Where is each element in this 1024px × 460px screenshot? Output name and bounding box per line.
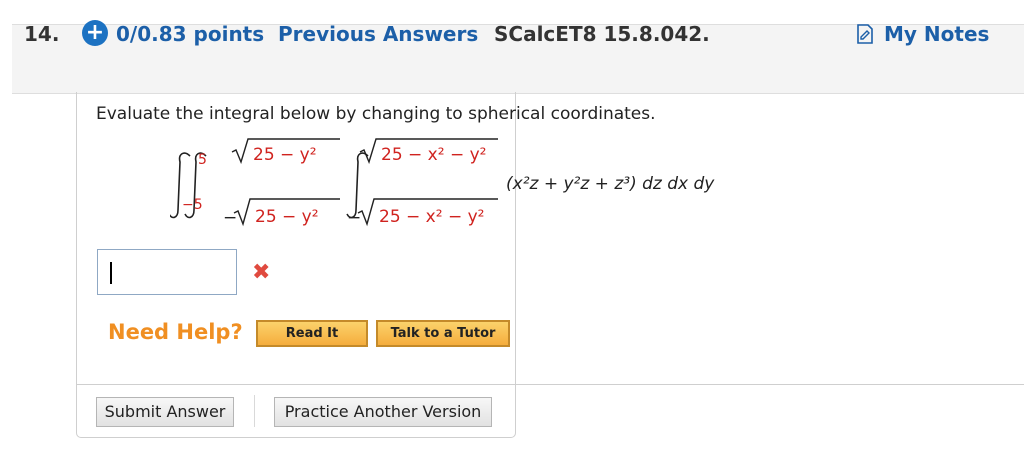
points-link[interactable]: 0/0.83 points <box>116 22 264 46</box>
outer-lower-limit: −5 <box>182 197 203 213</box>
need-help-label: Need Help? <box>108 320 243 344</box>
practice-another-version-button[interactable]: Practice Another Version <box>274 397 492 427</box>
integrand: (x²z + y²z + z³) dz dx dy <box>506 174 715 194</box>
submit-answer-button[interactable]: Submit Answer <box>96 397 234 427</box>
expand-plus-icon[interactable]: + <box>82 20 108 46</box>
problem-code: SCalcET8 15.8.042. <box>494 22 710 46</box>
my-notes-link[interactable]: My Notes <box>856 22 989 46</box>
button-separator <box>254 395 255 427</box>
my-notes-label: My Notes <box>884 22 990 46</box>
text-caret <box>110 262 112 284</box>
answer-input[interactable] <box>97 249 237 295</box>
inner-lower-limit: 25 − x² − y² <box>379 207 485 227</box>
question-prompt: Evaluate the integral below by changing … <box>96 104 656 124</box>
incorrect-x-icon: ✖ <box>252 260 271 285</box>
note-icon <box>857 24 873 44</box>
previous-answers-link[interactable]: Previous Answers <box>278 22 478 46</box>
middle-lower-limit: 25 − y² <box>255 207 319 227</box>
outer-upper-limit: 5 <box>198 152 207 168</box>
question-number: 14. <box>24 22 60 46</box>
read-it-button[interactable]: Read It <box>256 320 368 347</box>
panel-divider <box>76 384 1024 385</box>
talk-to-tutor-button[interactable]: Talk to a Tutor <box>376 320 510 347</box>
inner-upper-limit: 25 − x² − y² <box>381 145 487 165</box>
middle-upper-limit: 25 − y² <box>253 145 317 165</box>
